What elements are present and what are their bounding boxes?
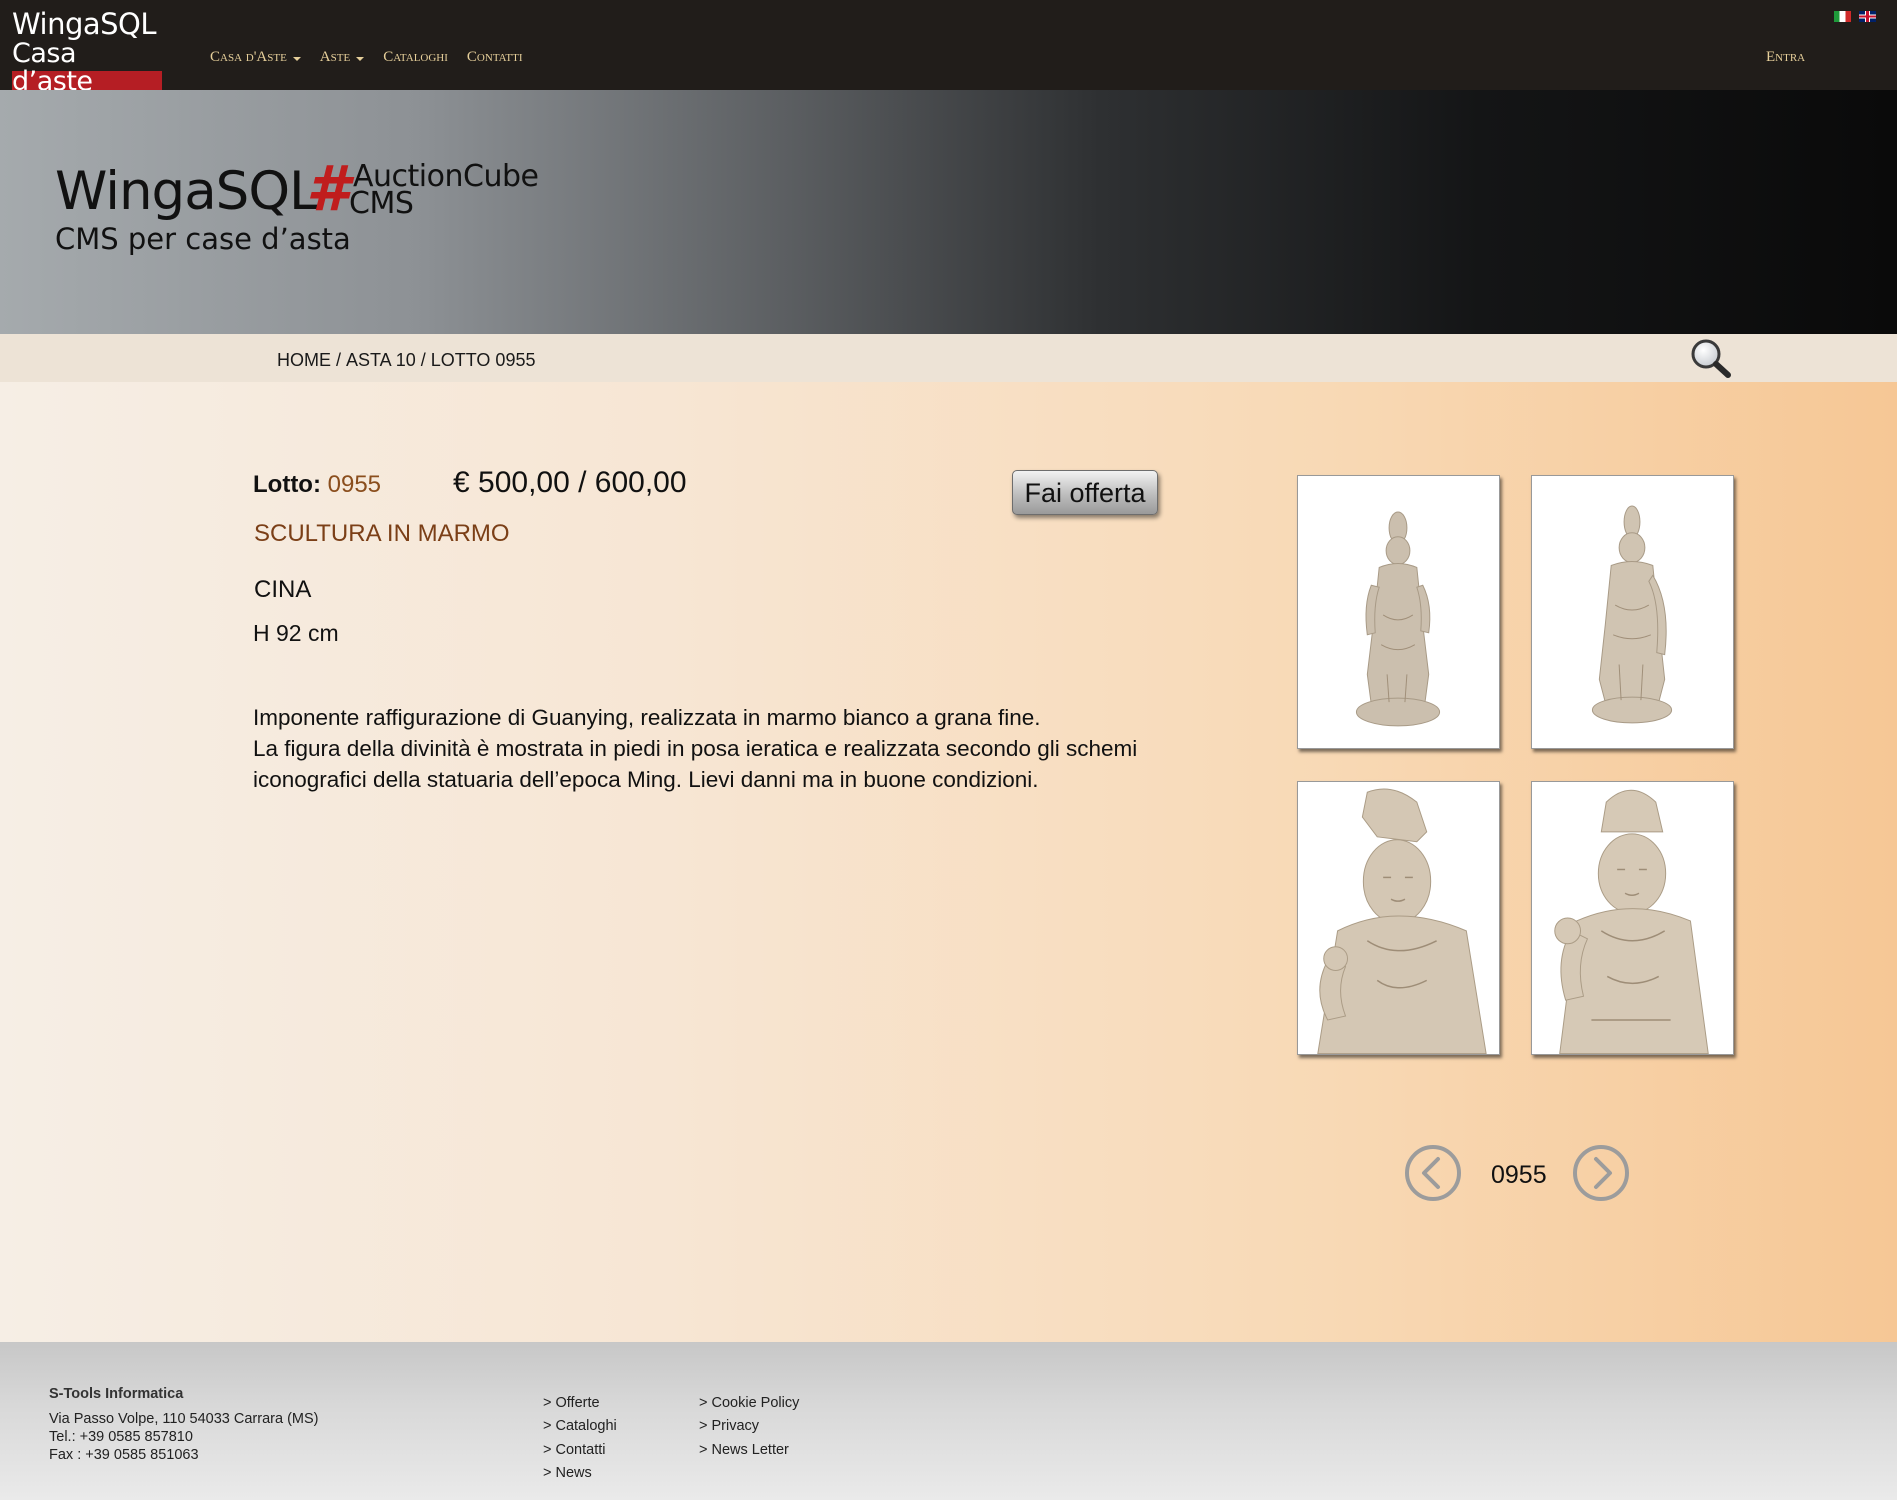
breadcrumb-current: LOTTO 0955	[430, 350, 536, 370]
search-button[interactable]	[1689, 337, 1733, 379]
magnifier-icon	[1691, 339, 1731, 378]
pager-current-lot: 0955	[1491, 1161, 1547, 1189]
statue-side-image	[1591, 505, 1673, 724]
footer-link-privacy[interactable]: > Privacy	[699, 1418, 759, 1434]
description-line: La figura della divinità è mostrata in p…	[253, 736, 1138, 761]
lot-image-2[interactable]	[1531, 475, 1734, 749]
language-switcher	[1834, 11, 1876, 22]
banner-product-line2: CMS	[349, 186, 414, 221]
statue-front-image	[1355, 511, 1441, 727]
nav-cataloghi-label: Cataloghi	[383, 49, 448, 65]
breadcrumb-asta[interactable]: ASTA 10	[346, 350, 416, 371]
lot-detail: Lotto: 0955 € 500,00 / 600,00 Fai offert…	[0, 382, 1897, 1342]
nav-cataloghi[interactable]: Cataloghi	[383, 49, 448, 66]
footer-link-cookie-policy[interactable]: > Cookie Policy	[699, 1395, 799, 1411]
description-line: iconografici della statuaria dell’epoca …	[253, 767, 1039, 792]
lot-number: 0955	[327, 471, 382, 498]
hero-banner: WingaSQL # AuctionCube CMS CMS per case …	[0, 90, 1897, 334]
footer-company: S-Tools Informatica	[49, 1386, 184, 1402]
lot-pager: 0955	[1404, 1144, 1634, 1204]
footer-link-offerte[interactable]: > Offerte	[543, 1395, 600, 1411]
nav-casa-daste-label: Casa d'Aste	[210, 49, 287, 65]
flag-en-icon[interactable]	[1859, 11, 1876, 22]
login-link[interactable]: Entra	[1766, 49, 1805, 66]
nav-contatti[interactable]: Contatti	[467, 49, 523, 66]
footer-link-contatti[interactable]: > Contatti	[543, 1442, 605, 1458]
lot-number-row: Lotto: 0955	[253, 471, 381, 499]
main-nav: Casa d'Aste Aste Cataloghi Contatti	[210, 49, 541, 66]
site-footer: S-Tools Informatica Via Passo Volpe, 110…	[0, 1342, 1897, 1500]
banner-subtitle: CMS per case d’asta	[55, 222, 351, 256]
lot-image-4[interactable]	[1531, 781, 1734, 1055]
lot-description: Imponente raffigurazione di Guanying, re…	[253, 702, 1173, 795]
logo-line-1: WingaSQL	[12, 7, 157, 41]
banner-hash: #	[306, 152, 350, 225]
flag-it-icon[interactable]	[1834, 11, 1851, 22]
lot-origin: CINA	[254, 576, 312, 603]
footer-address: Via Passo Volpe, 110 54033 Carrara (MS)	[49, 1411, 319, 1427]
nav-contatti-label: Contatti	[466, 49, 523, 65]
chevron-right-circle-icon	[1573, 1145, 1629, 1201]
footer-link-cataloghi[interactable]: > Cataloghi	[543, 1418, 617, 1434]
breadcrumb-home[interactable]: HOME	[277, 350, 331, 371]
caret-down-icon	[292, 56, 301, 61]
caret-down-icon	[356, 56, 365, 61]
breadcrumb-separator: /	[420, 350, 426, 370]
logo-line-2: Casa d’aste	[12, 40, 162, 96]
footer-tel: Tel.: +39 0585 857810	[49, 1429, 193, 1445]
site-logo[interactable]: WingaSQL Casa d’aste	[12, 7, 162, 96]
nav-aste-label: Aste	[319, 49, 351, 65]
lot-title: SCULTURA IN MARMO	[254, 520, 510, 547]
footer-link-news[interactable]: > News	[543, 1465, 592, 1481]
statue-detail-left-image	[1317, 788, 1487, 1054]
lot-label: Lotto:	[253, 471, 321, 498]
place-bid-button[interactable]: Fai offerta	[1012, 470, 1158, 515]
next-lot-button[interactable]	[1572, 1144, 1630, 1202]
nav-casa-daste[interactable]: Casa d'Aste	[210, 49, 301, 66]
statue-detail-right-image	[1554, 789, 1709, 1054]
chevron-left-circle-icon	[1405, 1145, 1461, 1201]
nav-aste[interactable]: Aste	[319, 49, 365, 66]
banner-brand: WingaSQL	[55, 161, 319, 222]
breadcrumb-separator: /	[336, 350, 342, 370]
footer-fax: Fax : +39 0585 851063	[49, 1447, 199, 1463]
breadcrumb-bar: HOME / ASTA 10 / LOTTO 0955	[0, 334, 1897, 382]
description-line: Imponente raffigurazione di Guanying, re…	[253, 705, 1041, 730]
lot-dimensions: H 92 cm	[253, 620, 339, 646]
prev-lot-button[interactable]	[1404, 1144, 1462, 1202]
lot-image-3[interactable]	[1297, 781, 1500, 1055]
breadcrumb: HOME / ASTA 10 / LOTTO 0955	[277, 350, 535, 371]
lot-image-1[interactable]	[1297, 475, 1500, 749]
top-navbar: WingaSQL Casa d’aste Casa d'Aste Aste Ca…	[0, 0, 1897, 96]
lot-estimate: € 500,00 / 600,00	[453, 466, 687, 499]
footer-link-newsletter[interactable]: > News Letter	[699, 1442, 789, 1458]
